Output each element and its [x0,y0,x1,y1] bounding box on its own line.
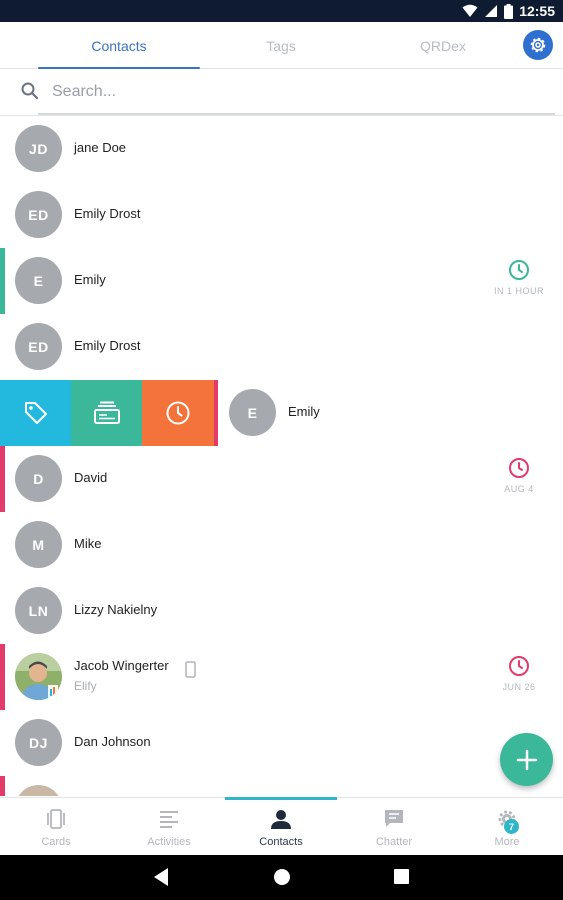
contact-row[interactable]: Jacob Wingerter Elify JUN 26 [0,644,563,710]
contact-row[interactable]: LN Lizzy Nakielny [0,578,563,644]
card-action-button[interactable] [71,380,142,446]
nav-label: Chatter [375,836,413,848]
contact-name: jane Doe [74,140,127,155]
cards-icon [47,809,65,829]
contact-name: Lizzy Nakielny [74,602,158,617]
tab-qrdex[interactable]: QRDex [362,22,524,69]
contact-row-partial[interactable] [0,776,563,796]
contact-name: Jacob Wingerter [74,658,169,673]
activities-icon [160,811,178,828]
reminder-time: IN 1 HOUR [493,286,544,296]
avatar: M [15,521,62,568]
avatar: LN [15,587,62,634]
avatar: D [15,455,62,502]
contact-name: David [74,470,108,485]
back-icon[interactable] [152,867,170,887]
clock-icon [509,260,529,280]
settings-button[interactable] [523,30,553,60]
reminder-indicator: JUN 26 [489,655,549,692]
nav-label: Activities [147,836,191,848]
reminder-indicator: IN 1 HOUR [489,259,549,296]
contact-list[interactable]: JD jane Doe ED Emily Drost E Emily IN 1 … [0,116,563,796]
avatar [15,785,62,796]
card-icon [93,401,120,424]
chat-icon [385,810,403,827]
battery-icon [504,3,514,19]
tag-icon [24,402,47,424]
nav-contacts[interactable]: Contacts [225,797,337,856]
nav-label: Cards [41,836,71,848]
tab-contacts[interactable]: Contacts [38,22,200,69]
avatar: DJ [15,719,62,766]
search-input[interactable] [52,77,552,107]
nav-activities[interactable]: Activities [113,798,225,856]
tab-label: Tags [266,37,296,54]
phone-icon [185,661,196,678]
reminder-accent-bar [0,644,5,710]
search-underline [38,113,555,115]
tab-label: Contacts [91,37,147,54]
home-icon[interactable] [272,867,292,887]
reminder-time: AUG 4 [504,484,534,494]
system-navigation-bar [0,855,563,900]
reminder-action-button[interactable] [142,380,214,446]
plus-icon [516,749,537,770]
tag-action-button[interactable] [0,380,71,446]
search-bar [0,69,563,116]
search-icon [21,82,39,100]
avatar-photo [15,653,62,700]
avatar: ED [15,191,62,238]
avatar: E [229,389,276,436]
bottom-navigation: Cards Activities Contacts Chatter More [0,797,563,855]
nav-label: Contacts [259,836,303,848]
reminder-accent-bar [214,380,218,446]
contact-name: Dan Johnson [74,734,151,749]
contact-row[interactable]: ED Emily Drost [0,314,563,380]
recents-icon[interactable] [393,867,411,887]
swipe-actions [0,380,214,446]
clock-icon [509,656,529,676]
contact-row-swiped[interactable]: E Emily [0,380,563,446]
avatar: E [15,257,62,304]
status-time: 12:55 [519,3,555,19]
avatar: ED [15,323,62,370]
reminder-accent-bar [0,248,5,314]
active-nav-indicator [225,797,337,800]
contact-row[interactable]: DJ Dan Johnson [0,710,563,776]
add-contact-button[interactable] [500,733,553,786]
contact-row[interactable]: M Mike [0,512,563,578]
nav-label: More [494,836,520,848]
contact-row[interactable]: ED Emily Drost [0,182,563,248]
contact-name: Emily [288,404,320,419]
contact-name: Emily Drost [74,338,141,353]
tab-tags[interactable]: Tags [200,22,362,69]
person-icon [271,810,291,829]
wifi-icon [462,4,478,17]
contact-row[interactable]: D David AUG 4 [0,446,563,512]
gear-icon [530,37,546,53]
status-bar: 12:55 [0,0,563,22]
contact-name: Emily Drost [74,206,141,221]
clock-icon [166,401,190,425]
clock-icon [509,458,529,478]
top-tab-bar: Contacts Tags QRDex [0,22,563,69]
notification-badge: 7 [504,819,519,834]
contact-name: Mike [74,536,102,551]
tab-label: QRDex [420,37,466,54]
swiped-contact-content[interactable]: E Emily [214,380,563,446]
avatar: JD [15,125,62,172]
nav-chatter[interactable]: Chatter [338,798,450,856]
reminder-time: JUN 26 [502,682,536,692]
contact-row[interactable]: JD jane Doe [0,116,563,182]
contact-name: Emily [74,272,106,287]
reminder-indicator: AUG 4 [489,457,549,494]
status-icons: 12:55 [462,2,555,20]
reminder-accent-bar [0,446,5,512]
nav-cards[interactable]: Cards [0,798,112,856]
contact-row[interactable]: E Emily IN 1 HOUR [0,248,563,314]
signal-icon [485,5,498,17]
reminder-accent-bar [0,776,5,796]
contact-company: Elify [74,679,97,693]
